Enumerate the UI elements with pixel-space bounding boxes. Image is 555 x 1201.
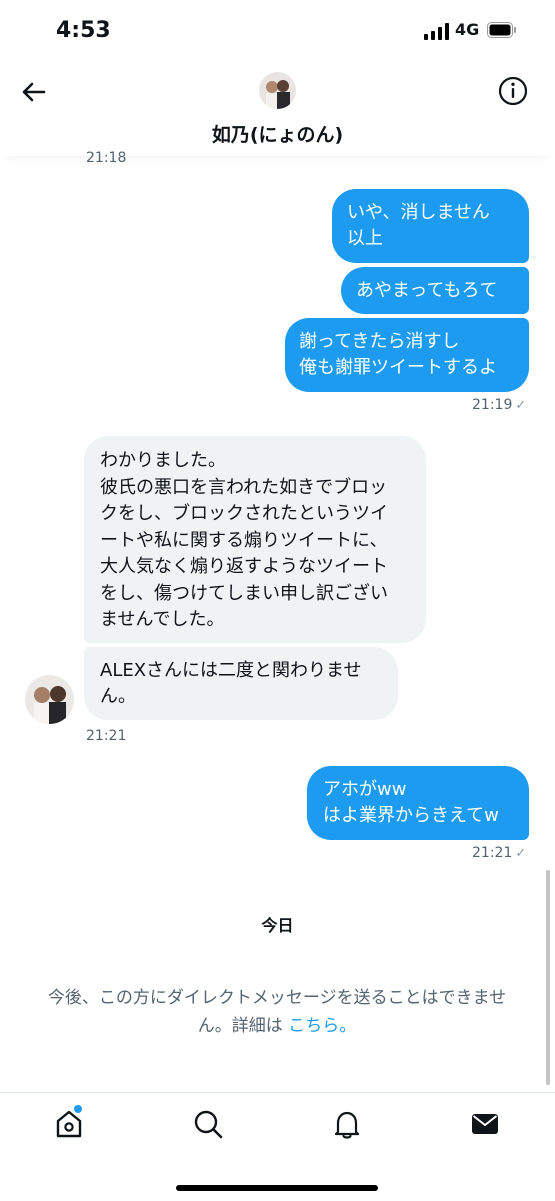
incoming-message[interactable]: わかりました。 彼氏の悪口を言われた如きでブロッ クをし、ブロックされたというツイー…: [84, 436, 426, 643]
conversation-header: 如乃(にょのん): [0, 62, 555, 156]
message-timestamp: 21:18: [86, 150, 127, 166]
back-arrow-icon[interactable]: [18, 76, 50, 108]
incoming-message[interactable]: ALEXさんには二度と関わりませ ん。: [84, 647, 398, 720]
mail-icon[interactable]: [468, 1107, 502, 1141]
outgoing-message[interactable]: アホがww はよ業界からきえてw: [307, 766, 529, 840]
battery-icon: [487, 22, 516, 38]
message-timestamp: 21:21 ✓: [472, 845, 527, 861]
sender-avatar[interactable]: [25, 675, 74, 724]
network-label: 4G: [455, 20, 480, 39]
sent-check-icon: ✓: [515, 398, 527, 413]
status-time: 4:53: [56, 18, 111, 43]
outgoing-message[interactable]: 謝ってきたら消すし 俺も謝罪ツイートするよ: [285, 318, 529, 392]
outgoing-message[interactable]: あやまってもろて: [341, 267, 529, 314]
scrollbar[interactable]: [546, 870, 550, 1085]
signal-icon: [424, 22, 450, 40]
message-timestamp: 21:19 ✓: [472, 397, 527, 413]
message-timestamp: 21:21: [86, 728, 127, 744]
header-avatar[interactable]: [259, 72, 296, 109]
date-divider: 今日: [261, 916, 294, 935]
sent-check-icon: ✓: [515, 846, 527, 861]
dm-restriction-notice: 今後、この方にダイレクトメッセージを送ることはできませ ん。詳細は こちら。: [47, 988, 507, 1036]
conversation-title[interactable]: 如乃(にょのん): [0, 120, 555, 147]
home-indicator: [176, 1185, 378, 1191]
outgoing-message[interactable]: いや、消しません 以上: [332, 189, 529, 263]
status-bar: 4:53 4G: [0, 0, 555, 62]
bell-icon[interactable]: [330, 1107, 364, 1141]
details-link[interactable]: こちら。: [288, 1016, 356, 1036]
notification-dot: [74, 1105, 82, 1113]
home-icon[interactable]: [52, 1107, 86, 1141]
search-icon[interactable]: [191, 1107, 225, 1141]
info-icon[interactable]: [496, 74, 530, 108]
